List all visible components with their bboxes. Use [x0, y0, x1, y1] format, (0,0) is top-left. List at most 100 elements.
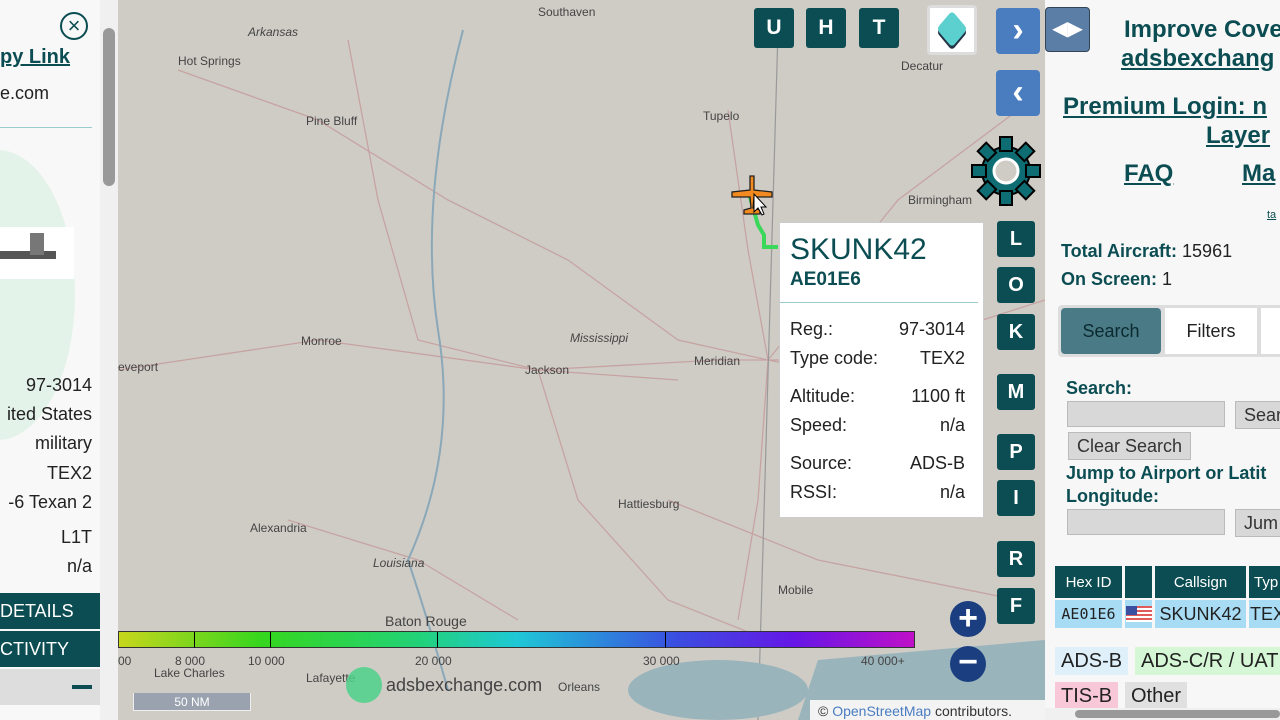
- premium-login-link[interactable]: Premium Login: n: [1063, 93, 1267, 121]
- detail-typecode: TEX2: [46, 463, 92, 483]
- horizontal-scrollbar[interactable]: [1045, 708, 1280, 720]
- detail-misc: n/a: [66, 556, 92, 576]
- scale-bar: 50 NM: [133, 693, 251, 711]
- jump-button[interactable]: Jum: [1235, 509, 1280, 537]
- popup-row-speed: Speed: n/a: [790, 415, 965, 435]
- toggle-l-button[interactable]: L: [997, 221, 1035, 257]
- detail-typename: -6 Texan 2: [8, 492, 92, 512]
- altitude-tick: 10 000: [248, 654, 285, 668]
- faq-link[interactable]: FAQ: [1124, 160, 1173, 188]
- expand-right-button[interactable]: ›: [996, 8, 1040, 54]
- popup-row-rssi: RSSI: n/a: [790, 482, 965, 502]
- popup-row-type: Type code: TEX2: [790, 348, 965, 368]
- zoom-out-button[interactable]: −: [950, 645, 986, 682]
- tab-filters[interactable]: Filters: [1165, 308, 1257, 354]
- collapse-bar[interactable]: [0, 669, 100, 705]
- popup-callsign: SKUNK42: [790, 233, 927, 266]
- altitude-tick: 40 000+: [861, 654, 905, 668]
- sidebar: ◀▶ Improve Cove adsbexchang Premium Logi…: [1045, 0, 1280, 720]
- adsbexchange-link[interactable]: adsbexchang: [1121, 45, 1274, 73]
- city-label: Hattiesburg: [618, 497, 680, 511]
- toggle-k-button[interactable]: K: [997, 314, 1035, 350]
- city-label: Mobile: [778, 583, 814, 597]
- city-label: Lake Charles: [154, 666, 225, 680]
- search-button[interactable]: Sear: [1235, 401, 1280, 429]
- collapse-left-button[interactable]: ‹: [996, 70, 1040, 116]
- toggle-m-button[interactable]: M: [997, 374, 1035, 410]
- search-label: Search:: [1066, 378, 1133, 398]
- tab-more[interactable]: [1261, 308, 1280, 354]
- legend-adsc: ADS-C/R / UAT: [1135, 647, 1280, 675]
- attribution: © OpenStreetMap contributors.: [810, 700, 1045, 720]
- cell-hex[interactable]: AE01E6: [1055, 600, 1122, 628]
- toggle-u-button[interactable]: U: [754, 8, 794, 48]
- city-label: Louisiana: [373, 556, 425, 570]
- city-label: Southaven: [538, 5, 596, 19]
- toggle-p-button[interactable]: P: [997, 434, 1035, 470]
- city-label: eveport: [118, 360, 159, 374]
- col-flag[interactable]: [1125, 566, 1152, 598]
- toggle-t-button[interactable]: T: [859, 8, 899, 48]
- city-label: Jackson: [525, 363, 570, 377]
- city-label: Decatur: [901, 59, 944, 73]
- city-label: Baton Rouge: [385, 613, 467, 629]
- col-type[interactable]: Typ: [1249, 566, 1280, 598]
- toggle-i-button[interactable]: I: [997, 480, 1035, 516]
- scroll-thumb[interactable]: [103, 28, 115, 186]
- city-label: Tupelo: [703, 109, 740, 123]
- improve-coverage-link[interactable]: Improve Cove: [1124, 16, 1280, 44]
- map-link[interactable]: Ma: [1242, 160, 1275, 188]
- activity-button[interactable]: CTIVITY: [0, 631, 100, 667]
- search-input[interactable]: [1067, 401, 1225, 427]
- toggle-sidebar-button[interactable]: ◀▶: [1045, 7, 1090, 52]
- aircraft-info-popup[interactable]: SKUNK42 AE01E6 Reg.: 97-3014 Type code: TE…: [779, 222, 984, 518]
- city-label: Meridian: [694, 354, 741, 368]
- legend-other: Other: [1125, 682, 1188, 710]
- minus-icon: [72, 685, 92, 689]
- cell-flag[interactable]: [1125, 600, 1152, 628]
- city-label: Arkansas: [248, 25, 299, 39]
- small-link[interactable]: ta: [1267, 209, 1276, 221]
- us-flag-icon: [1125, 606, 1152, 622]
- copy-link[interactable]: py Link: [0, 46, 70, 69]
- toggle-r-button[interactable]: R: [997, 541, 1035, 577]
- popup-row-reg: Reg.: 97-3014: [790, 319, 965, 339]
- layers-icon: [936, 10, 968, 48]
- jump-input[interactable]: [1067, 509, 1225, 535]
- details-button[interactable]: DETAILS: [0, 593, 100, 629]
- total-aircraft: Total Aircraft: 15961: [1061, 241, 1233, 261]
- layer-link[interactable]: Layer: [1206, 122, 1270, 150]
- scroll-thumb[interactable]: [1075, 710, 1280, 718]
- altitude-tick: 00: [118, 654, 132, 668]
- attribution-suffix: contributors.: [934, 703, 1012, 719]
- popup-row-source: Source: ADS-B: [790, 453, 965, 473]
- aircraft-icon[interactable]: [728, 172, 776, 220]
- legend-adsb: ADS-B: [1055, 647, 1129, 675]
- altitude-tick: 30 000: [643, 654, 680, 668]
- copyright-symbol: ©: [818, 703, 829, 719]
- osm-link[interactable]: OpenStreetMap: [832, 703, 931, 719]
- city-label: Monroe: [301, 334, 342, 348]
- col-callsign[interactable]: Callsign: [1155, 566, 1246, 598]
- city-label: Hot Springs: [178, 54, 241, 68]
- detail-class: L1T: [60, 527, 92, 547]
- layers-button[interactable]: [927, 5, 977, 55]
- settings-gear-icon[interactable]: [970, 135, 1042, 207]
- zoom-in-button[interactable]: +: [950, 601, 986, 637]
- clear-search-button[interactable]: Clear Search: [1068, 432, 1192, 460]
- tab-search[interactable]: Search: [1061, 308, 1161, 354]
- left-scrollbar[interactable]: [100, 0, 118, 720]
- detail-country: ited States: [6, 404, 92, 424]
- col-hex-id[interactable]: Hex ID: [1055, 566, 1122, 598]
- cell-callsign[interactable]: SKUNK42: [1155, 600, 1246, 628]
- cell-type[interactable]: TEX: [1249, 600, 1280, 628]
- close-icon[interactable]: ×: [60, 12, 88, 40]
- popup-hex: AE01E6: [790, 269, 861, 290]
- city-label: Pine Bluff: [306, 114, 358, 128]
- photo-placeholder: [0, 150, 75, 440]
- toggle-h-button[interactable]: H: [806, 8, 846, 48]
- city-label: Orleans: [558, 680, 601, 694]
- toggle-o-button[interactable]: O: [997, 267, 1035, 303]
- toggle-f-button[interactable]: F: [997, 588, 1035, 624]
- aircraft-details-panel: × py Link e.com 97-3014 ited States mili…: [0, 0, 100, 720]
